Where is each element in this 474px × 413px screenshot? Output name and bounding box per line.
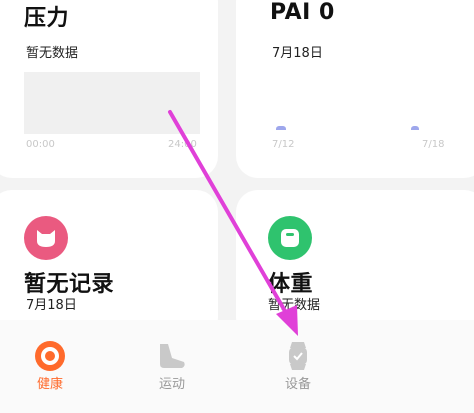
stress-record-card[interactable]: 暂无记录 7月18日 [0, 190, 218, 340]
nav-health-label: 健康 [36, 377, 63, 392]
nav-device-label: 设备 [284, 377, 311, 392]
weight-card[interactable]: 体重 暂无数据 [236, 190, 474, 340]
pai-bar-start [276, 126, 286, 130]
pai-axis-end-label: 7/18 [422, 139, 445, 150]
pressure-chart-area [24, 72, 200, 134]
pressure-card[interactable]: 压力 暂无数据 00:00 24:00 [0, 0, 218, 178]
pai-date: 7月18日 [272, 46, 323, 61]
weight-subtitle: 暂无数据 [268, 298, 321, 313]
bottom-navigation: 健康 运动 设备 [0, 320, 474, 413]
shoe-icon [160, 344, 185, 368]
nav-sport-tab[interactable]: 运动 [122, 320, 222, 413]
pressure-axis-start-label: 00:00 [26, 139, 55, 150]
pai-bar-end [411, 126, 419, 130]
pai-axis-start-label: 7/12 [272, 139, 295, 150]
cat-face-icon [24, 216, 68, 260]
pressure-title: 压力 [24, 6, 70, 31]
watch-icon [289, 342, 307, 370]
pressure-axis-end-label: 24:00 [168, 139, 197, 150]
pressure-subtitle: 暂无数据 [26, 46, 79, 61]
nav-sport-label: 运动 [158, 377, 185, 392]
health-ring-icon [35, 341, 65, 371]
scale-icon [268, 216, 312, 260]
stress-record-date: 7月18日 [26, 298, 77, 313]
nav-health-tab[interactable]: 健康 [0, 320, 100, 413]
pai-card[interactable]: PAI 0 7月18日 7/12 7/18 [236, 0, 474, 178]
nav-device-tab[interactable]: 设备 [248, 320, 348, 413]
pai-title: PAI 0 [270, 0, 335, 25]
